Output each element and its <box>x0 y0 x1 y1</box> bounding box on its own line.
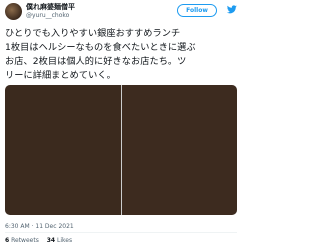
twitter-bird-icon[interactable] <box>227 5 237 14</box>
tweet-header: 僕れ麻婆麺僧平 @yuru__choko Follow <box>0 0 240 24</box>
tweet-text-line: 1枚目はヘルシーなものを食べたいときに選ぶ <box>5 42 196 53</box>
user-handle[interactable]: @yuru__choko <box>26 12 69 20</box>
tweet-stats: 6 Retweets 34 Likes <box>5 237 78 244</box>
tweet-text-line: ひとりでも入りやすい銀座おすすめランチ <box>5 28 181 39</box>
tweet-text-line: お店、2枚目は個人的に好きなお店たち。ツ <box>5 56 187 67</box>
likes-count: 34 <box>46 237 56 244</box>
display-name[interactable]: 僕れ麻婆麺僧平 <box>26 3 75 12</box>
divider <box>5 232 237 233</box>
avatar[interactable] <box>5 3 22 20</box>
tweet-image-1[interactable] <box>5 85 121 215</box>
follow-button[interactable]: Follow <box>177 4 217 17</box>
tweet-text: ひとりでも入りやすい銀座おすすめランチ 1枚目はヘルシーなものを食べたいときに選… <box>5 27 237 83</box>
tweet-timestamp[interactable]: 6:30 AM · 11 Dec 2021 <box>5 223 74 230</box>
retweets-stat[interactable]: 6 Retweets <box>5 237 39 244</box>
retweets-label: Retweets <box>11 237 39 244</box>
tweet-text-line: リーに詳細まとめていく。 <box>5 70 116 81</box>
likes-stat[interactable]: 34 Likes <box>47 237 72 244</box>
retweets-count: 6 <box>5 237 10 244</box>
tweet-media <box>5 85 237 215</box>
tweet-image-2[interactable] <box>121 85 237 215</box>
likes-label: Likes <box>57 237 73 244</box>
